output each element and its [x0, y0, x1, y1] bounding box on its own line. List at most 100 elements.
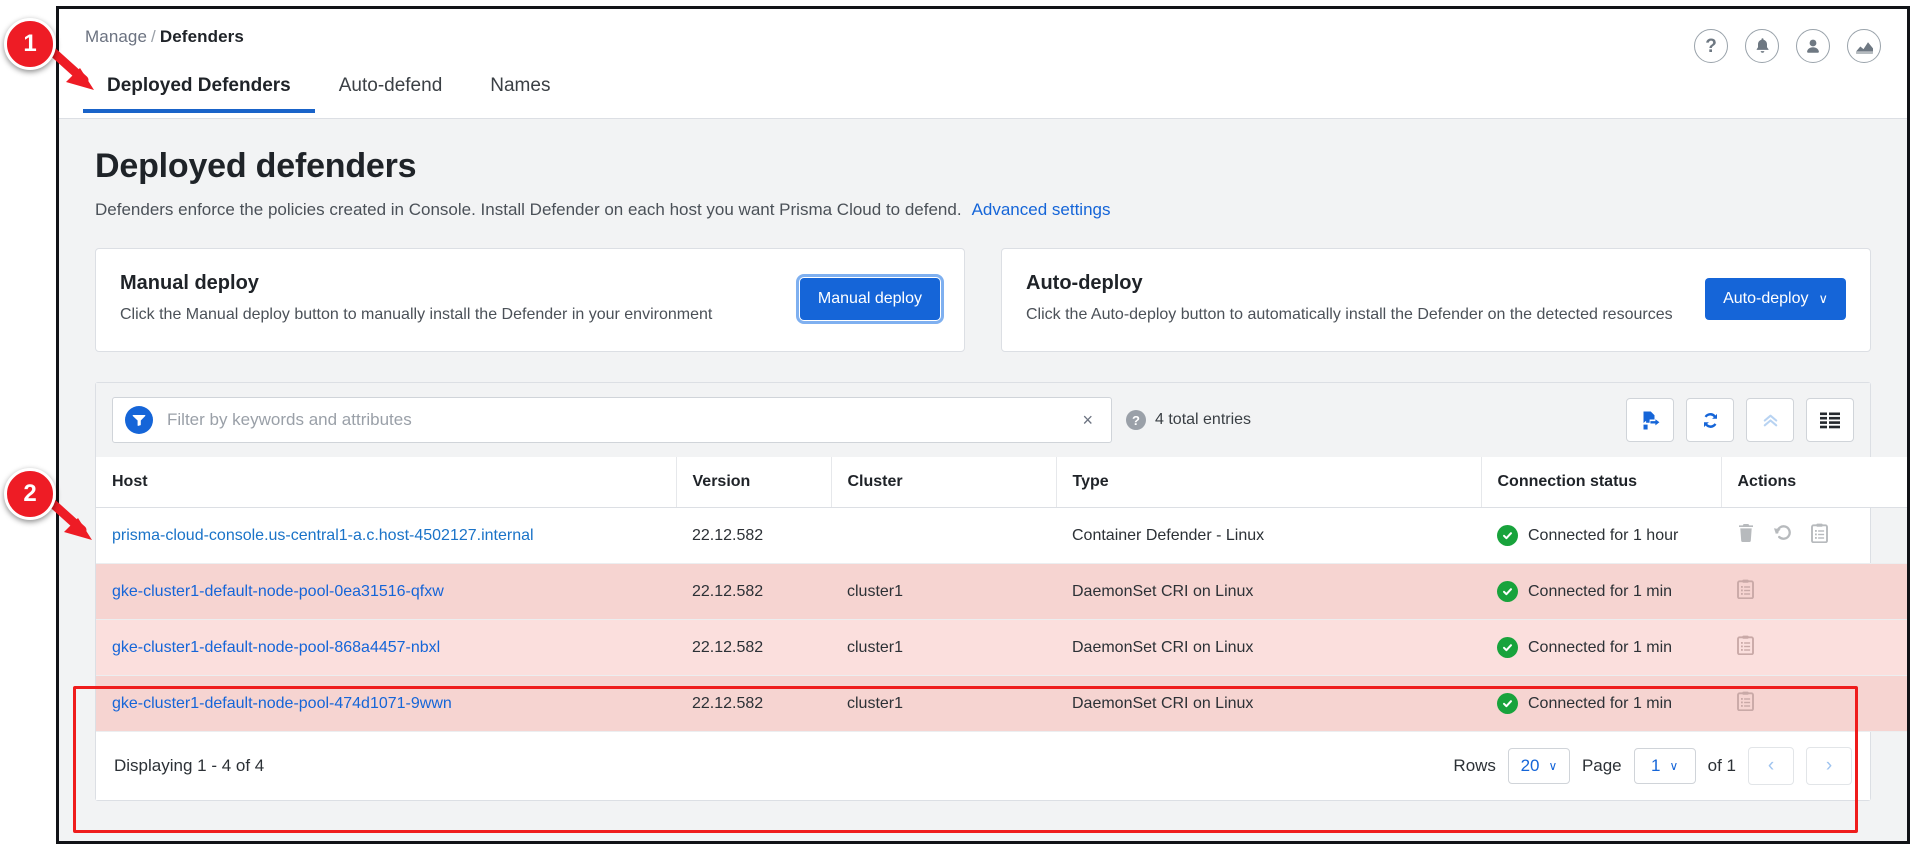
rows-per-page-select[interactable]: 20 ∨	[1507, 748, 1570, 784]
cell-host: gke-cluster1-default-node-pool-474d1071-…	[96, 675, 676, 732]
auto-deploy-description: Click the Auto-deploy button to automati…	[1026, 305, 1673, 323]
rows-per-page-value: 20	[1520, 756, 1540, 775]
table-row[interactable]: gke-cluster1-default-node-pool-0ea31516-…	[96, 563, 1907, 620]
auto-deploy-button-label: Auto-deploy	[1723, 290, 1809, 307]
filter-input-placeholder[interactable]: Filter by keywords and attributes	[167, 410, 1062, 430]
cell-cluster: cluster1	[831, 619, 1056, 676]
entries-help-icon[interactable]: ?	[1126, 410, 1146, 430]
manual-deploy-card: Manual deploy Click the Manual deploy bu…	[95, 248, 965, 352]
cell-actions	[1721, 507, 1907, 564]
cell-connection-status: Connected for 1 min	[1481, 675, 1721, 732]
table-row[interactable]: gke-cluster1-default-node-pool-868a4457-…	[96, 619, 1907, 676]
deploy-cards: Manual deploy Click the Manual deploy bu…	[95, 248, 1871, 352]
cell-type: DaemonSet CRI on Linux	[1056, 675, 1481, 732]
logs-icon[interactable]	[1737, 691, 1754, 716]
status-text: Connected for 1 min	[1528, 638, 1673, 656]
cell-host: gke-cluster1-default-node-pool-868a4457-…	[96, 619, 676, 676]
status-check-icon	[1497, 581, 1518, 602]
clear-filter-icon[interactable]: ×	[1076, 410, 1099, 431]
filter-input-wrapper[interactable]: Filter by keywords and attributes ×	[112, 397, 1112, 443]
filter-toolbar: Filter by keywords and attributes × ? 4 …	[96, 383, 1870, 457]
host-link[interactable]: prisma-cloud-console.us-central1-a.c.hos…	[112, 527, 534, 544]
auto-deploy-title: Auto-deploy	[1026, 271, 1143, 294]
logs-icon[interactable]	[1811, 523, 1828, 548]
column-header-cluster[interactable]: Cluster	[831, 457, 1057, 508]
status-check-icon	[1497, 525, 1518, 546]
page-description: Defenders enforce the policies created i…	[95, 200, 962, 219]
cell-actions	[1721, 675, 1907, 732]
status-badge: Connected for 1 min	[1497, 693, 1721, 714]
collapse-button[interactable]	[1746, 398, 1794, 442]
status-text: Connected for 1 hour	[1528, 526, 1679, 544]
tab-auto-defend[interactable]: Auto-defend	[315, 69, 467, 113]
status-text: Connected for 1 min	[1528, 694, 1673, 712]
cell-version: 22.12.582	[676, 675, 831, 732]
page-label: Page	[1581, 756, 1622, 775]
auto-deploy-button[interactable]: Auto-deploy ∨	[1705, 278, 1846, 320]
filter-funnel-icon[interactable]	[125, 406, 153, 434]
page-number-select[interactable]: 1 ∨	[1633, 748, 1696, 784]
auto-deploy-text: Auto-deploy Click the Auto-deploy button…	[1026, 272, 1705, 326]
tab-deployed-defenders[interactable]: Deployed Defenders	[83, 69, 315, 113]
next-page-button[interactable]: ›	[1806, 747, 1852, 785]
help-icon[interactable]: ?	[1694, 29, 1728, 63]
table-row[interactable]: gke-cluster1-default-node-pool-474d1071-…	[96, 675, 1907, 732]
annotation-marker-2: 2	[4, 468, 56, 520]
cell-connection-status: Connected for 1 min	[1481, 563, 1721, 620]
annotation-marker-1: 1	[4, 18, 56, 70]
pagination-controls: Rows 20 ∨ Page 1 ∨ of 1 ‹ ›	[1453, 747, 1852, 785]
row-actions	[1737, 523, 1907, 548]
cell-actions	[1721, 563, 1907, 620]
status-badge: Connected for 1 min	[1497, 581, 1721, 602]
status-text: Connected for 1 min	[1528, 582, 1673, 600]
rows-label: Rows	[1453, 756, 1496, 775]
top-bar: Manage / Defenders Deployed Defenders Auto…	[59, 9, 1907, 119]
tab-names[interactable]: Names	[466, 69, 574, 113]
host-link[interactable]: gke-cluster1-default-node-pool-0ea31516-…	[112, 583, 444, 600]
table-header-row: Host Version Cluster Type Connection sta…	[96, 457, 1907, 508]
cell-version: 22.12.582	[676, 507, 831, 564]
logs-icon[interactable]	[1737, 579, 1754, 604]
cell-cluster: cluster1	[831, 563, 1056, 620]
auto-deploy-card: Auto-deploy Click the Auto-deploy button…	[1001, 248, 1871, 352]
restore-icon[interactable]	[1773, 523, 1793, 548]
manual-deploy-text: Manual deploy Click the Manual deploy bu…	[120, 272, 800, 326]
column-header-version[interactable]: Version	[676, 457, 832, 508]
defenders-table: Host Version Cluster Type Connection sta…	[96, 457, 1907, 732]
total-entries-group: ? 4 total entries	[1126, 410, 1251, 430]
column-header-connection-status[interactable]: Connection status	[1481, 457, 1722, 508]
cell-cluster	[831, 507, 1056, 564]
logs-icon[interactable]	[1737, 635, 1754, 660]
page-content: Deployed defenders Defenders enforce the…	[59, 119, 1907, 840]
analytics-chart-icon[interactable]	[1847, 29, 1881, 63]
user-account-icon[interactable]	[1796, 29, 1830, 63]
advanced-settings-link[interactable]: Advanced settings	[972, 200, 1111, 219]
page-total-label: of 1	[1707, 756, 1736, 775]
column-header-host[interactable]: Host	[96, 457, 677, 508]
manual-deploy-button[interactable]: Manual deploy	[795, 274, 945, 324]
host-link[interactable]: gke-cluster1-default-node-pool-868a4457-…	[112, 639, 440, 656]
export-button[interactable]	[1626, 398, 1674, 442]
row-actions	[1737, 579, 1907, 604]
screenshot-root: Manage / Defenders Deployed Defenders Auto…	[0, 0, 1916, 850]
host-link[interactable]: gke-cluster1-default-node-pool-474d1071-…	[112, 695, 452, 712]
previous-page-button[interactable]: ‹	[1748, 747, 1794, 785]
chevron-down-icon: ∨	[1818, 291, 1828, 306]
defenders-table-panel: Filter by keywords and attributes × ? 4 …	[95, 382, 1907, 801]
page-description-row: Defenders enforce the policies created i…	[95, 200, 1871, 220]
column-header-type[interactable]: Type	[1056, 457, 1482, 508]
displaying-text: Displaying 1 - 4 of 4	[114, 756, 265, 775]
cell-version: 22.12.582	[676, 563, 831, 620]
row-actions	[1737, 691, 1907, 716]
chevron-down-icon: ∨	[1548, 759, 1558, 773]
table-row[interactable]: prisma-cloud-console.us-central1-a.c.hos…	[96, 507, 1907, 564]
row-actions	[1737, 635, 1907, 660]
refresh-button[interactable]	[1686, 398, 1734, 442]
column-settings-button[interactable]	[1806, 398, 1854, 442]
app-window: Manage / Defenders Deployed Defenders Auto…	[56, 6, 1910, 844]
total-entries-text: 4 total entries	[1155, 411, 1252, 428]
trash-icon[interactable]	[1737, 523, 1755, 548]
notifications-bell-icon[interactable]	[1745, 29, 1779, 63]
cell-version: 22.12.582	[676, 619, 831, 676]
cell-connection-status: Connected for 1 hour	[1481, 507, 1721, 564]
